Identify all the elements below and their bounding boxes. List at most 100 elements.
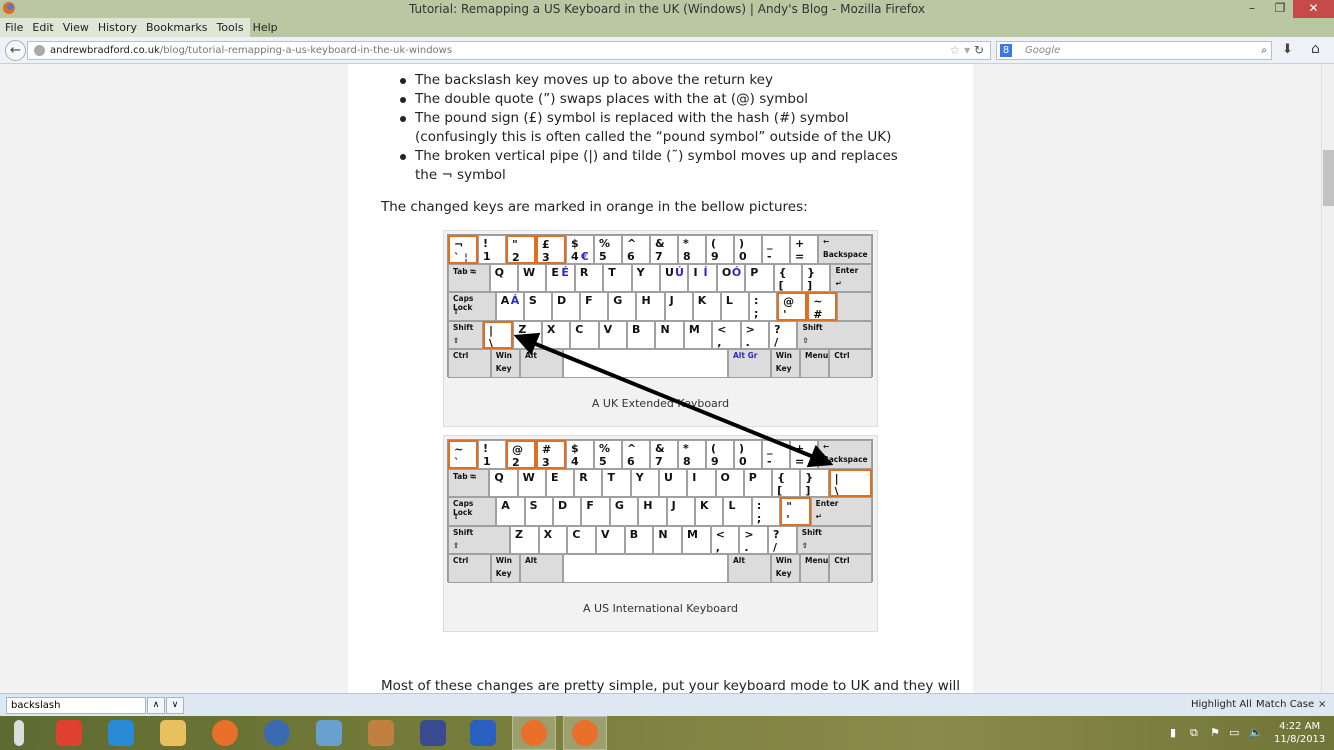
firefox-window-icon[interactable] — [572, 720, 598, 746]
keyboard-key: & 7 — [650, 235, 678, 264]
key-top-label: ¬ — [454, 238, 464, 251]
file-explorer-icon[interactable] — [160, 720, 186, 746]
menu-history[interactable]: History — [98, 21, 137, 34]
menu-edit[interactable]: Edit — [32, 21, 53, 34]
scrollbar-thumb[interactable] — [1323, 150, 1334, 206]
key-bottom-label: 5 — [599, 250, 607, 263]
keyboard-key: J — [666, 497, 696, 526]
keyboard-key: W — [518, 263, 547, 293]
url-bar[interactable]: andrewbradford.co.uk/blog/tutorial-remap… — [27, 41, 991, 60]
key-top-label: P — [750, 265, 759, 279]
keyboard-key: {[ — [772, 468, 801, 498]
shutdown-icon[interactable] — [56, 720, 82, 746]
key-top-label: Q — [494, 265, 504, 279]
search-bar[interactable]: 8 Google ⌕ — [996, 41, 1272, 60]
key-top-label: T — [607, 470, 615, 484]
key-altgr-label: Ó — [731, 265, 742, 279]
keyboard-key: U — [659, 468, 688, 498]
match-case-button[interactable]: Match Case — [1256, 699, 1314, 710]
key-top-label: ^ — [627, 237, 637, 250]
clock-time: 4:22 AM — [1279, 721, 1321, 732]
network-icon[interactable]: ⧉ — [1190, 726, 1198, 740]
keyboard-row: ¬ ` ¦! 1 " 2 £3 $4 €% 5 ^ 6 & 7 * 8(9) 0 _ - + = ← Backspace — [448, 235, 872, 264]
key-top-label: G — [614, 499, 624, 513]
keyboard-key-changed: | \ — [828, 468, 872, 498]
key-bottom-label: 7 — [655, 250, 663, 263]
find-next-button[interactable]: ∨ — [166, 697, 184, 714]
keyboard-key: M — [683, 320, 713, 350]
menu-bookmarks[interactable]: Bookmarks — [146, 21, 207, 34]
menu-bar: File Edit View History Bookmarks Tools H… — [0, 18, 1334, 37]
home-icon[interactable]: ⌂ — [1311, 41, 1320, 57]
google-icon[interactable]: 8 — [1000, 44, 1012, 57]
key-bottom-label: 6 — [627, 250, 635, 263]
restore-button[interactable]: ❐ — [1266, 0, 1294, 18]
key-top-label: Z — [518, 322, 527, 336]
key-bottom-label: \ — [834, 484, 839, 498]
keyboard-key: Q — [489, 468, 518, 498]
key-top-label: F — [585, 294, 593, 308]
key-bottom-label: . — [744, 540, 749, 554]
firefox-window-icon[interactable] — [521, 720, 547, 746]
keyboard-key: + = — [790, 440, 818, 469]
desktop-icon[interactable] — [14, 720, 24, 746]
highlight-all-button[interactable]: Highlight All — [1191, 699, 1252, 710]
app-jar-icon[interactable] — [368, 720, 394, 746]
menu-view[interactable]: View — [63, 21, 89, 34]
keyboard-key: % 5 — [594, 440, 622, 469]
dropdown-icon[interactable]: ▾ — [964, 43, 970, 57]
back-button[interactable]: ← — [5, 40, 26, 61]
key-top-label: K — [697, 294, 707, 308]
key-top-label: G — [613, 294, 623, 308]
key-bottom-label: ; — [754, 307, 759, 321]
key-bottom-label: 0 — [739, 455, 747, 468]
key-top-label: Ctrl — [453, 556, 469, 566]
vertical-scrollbar[interactable] — [1321, 64, 1334, 693]
keyboard-key: _ - — [762, 235, 790, 264]
keyboard-key: ) 0 — [734, 235, 762, 264]
key-top-label: Enter — [815, 499, 839, 509]
title-bar: Tutorial: Remapping a US Keyboard in the… — [0, 0, 1334, 18]
start-screen-icon[interactable] — [470, 720, 496, 746]
internet-explorer-icon[interactable] — [108, 720, 134, 746]
keyboard-key: ? / — [769, 320, 798, 350]
keyboard-key: * 8 — [678, 440, 706, 469]
keyboard-key: + = — [790, 235, 818, 264]
volume-icon[interactable]: 🔈 — [1249, 726, 1263, 739]
keyboard-key: N — [655, 320, 684, 350]
keyboard-row: Shift ⇧ Z X C V B N M <, >.? / Shift ⇧ — [448, 525, 873, 555]
app-icon[interactable] — [420, 720, 446, 746]
clock[interactable]: 4:22 AM 11/8/2013 — [1274, 720, 1325, 746]
keyboard-key: X — [541, 320, 571, 350]
keyboard-key: Alt Gr — [728, 349, 771, 378]
minimize-button[interactable]: – — [1238, 0, 1266, 18]
menu-tools[interactable]: Tools — [216, 21, 243, 34]
close-button[interactable]: ✕ — [1293, 0, 1334, 18]
keyboard-key: }] — [802, 263, 831, 293]
find-previous-button[interactable]: ∧ — [147, 697, 165, 714]
reload-icon[interactable]: ↻ — [974, 43, 984, 57]
display-icon[interactable]: ▭ — [1229, 726, 1239, 739]
find-input[interactable] — [6, 697, 146, 714]
search-icon[interactable]: ⌕ — [1261, 42, 1267, 59]
keyboard-key: Q — [489, 263, 518, 293]
key-top-label: U — [664, 470, 673, 484]
close-find-bar-button[interactable]: × — [1318, 699, 1326, 710]
thunderbird-icon[interactable] — [264, 720, 290, 746]
key-top-label: Tab ⭾ — [453, 471, 476, 481]
key-top-label: } — [805, 470, 814, 484]
control-panel-icon[interactable] — [316, 720, 342, 746]
firefox-icon[interactable] — [212, 720, 238, 746]
flag-icon[interactable]: ⚑ — [1210, 726, 1220, 739]
menu-help[interactable]: Help — [253, 21, 278, 34]
download-icon[interactable]: ⬇ — [1282, 42, 1293, 57]
key-top-label: A — [501, 499, 510, 513]
tray-icon[interactable]: ▮ — [1170, 726, 1176, 739]
taskbar: ▮ ⧉ ⚑ ▭ 🔈 4:22 AM 11/8/2013 — [0, 716, 1334, 750]
key-bottom-label: 9 — [711, 455, 719, 468]
key-top-label: B — [632, 322, 641, 336]
key-top-label: Alt Gr — [733, 351, 758, 361]
menu-file[interactable]: File — [5, 21, 23, 34]
key-top-label: H — [643, 499, 653, 513]
bookmark-star-icon[interactable]: ☆ — [949, 43, 960, 57]
